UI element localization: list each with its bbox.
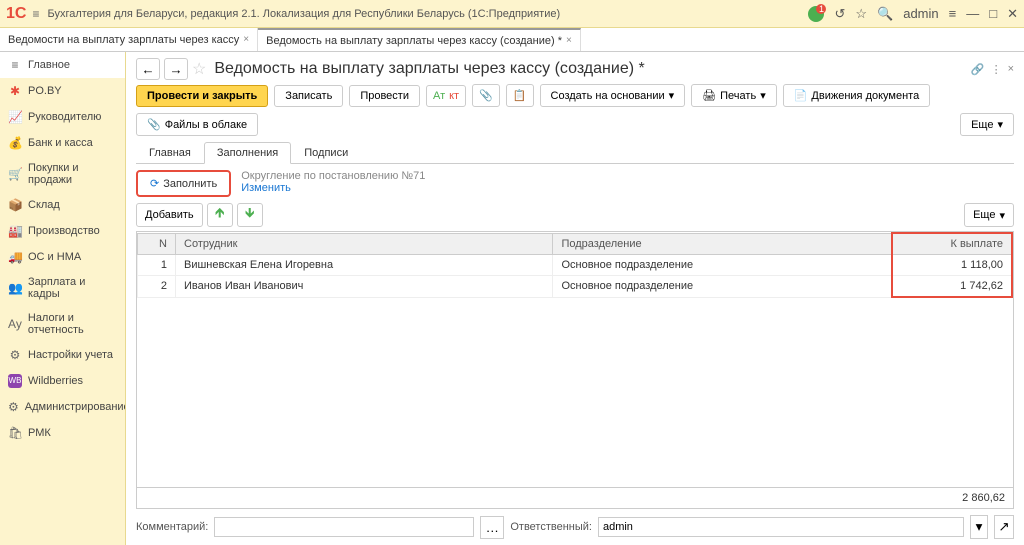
- file-tab[interactable]: Ведомости на выплату зарплаты через касс…: [0, 28, 258, 51]
- file-tabs: Ведомости на выплату зарплаты через касс…: [0, 28, 1024, 52]
- rounding-note: Округление по постановлению №71: [241, 170, 425, 182]
- sidebar-item-os[interactable]: 🚚ОС и НМА: [0, 244, 125, 270]
- refresh-icon: ⟳: [150, 177, 159, 190]
- star-icon: ✱: [8, 84, 22, 98]
- sidebar-item-manager[interactable]: 📈Руководителю: [0, 104, 125, 130]
- content: ← → ☆ Ведомость на выплату зарплаты чере…: [126, 52, 1024, 545]
- sidebar-item-stock[interactable]: 📦Склад: [0, 192, 125, 218]
- sidebar-item-wb[interactable]: WBWildberries: [0, 368, 125, 394]
- sidebar-item-admin[interactable]: ⚙Администрирование: [0, 394, 125, 420]
- file-tab-label: Ведомость на выплату зарплаты через касс…: [266, 35, 562, 47]
- close-page-icon[interactable]: ×: [1008, 63, 1014, 76]
- sidebar-item-main[interactable]: ≡Главное: [0, 52, 125, 78]
- sidebar: ≡Главное ✱PO.BY 📈Руководителю 💰Банк и ка…: [0, 52, 126, 545]
- notification-icon[interactable]: [808, 6, 824, 22]
- sidebar-item-settings[interactable]: ⚙Настройки учета: [0, 342, 125, 368]
- sidebar-item-prod[interactable]: 🏭Производство: [0, 218, 125, 244]
- post-button[interactable]: Провести: [349, 85, 420, 107]
- resp-open[interactable]: ↗: [994, 515, 1014, 539]
- template-button[interactable]: 📋: [506, 84, 534, 107]
- favorite-icon[interactable]: ☆: [192, 59, 206, 79]
- edit-link[interactable]: Изменить: [241, 182, 291, 194]
- app-title: Бухгалтерия для Беларуси, редакция 2.1. …: [47, 8, 808, 20]
- sidebar-item-sales[interactable]: 🛒Покупки и продажи: [0, 156, 125, 192]
- attach-button[interactable]: 📎: [472, 84, 500, 107]
- chevron-down-icon: ▾: [999, 209, 1005, 222]
- sidebar-item-taxes[interactable]: АуНалоги и отчетность: [0, 306, 125, 342]
- doc-moves-button[interactable]: 📄 Движения документа: [783, 84, 931, 107]
- resp-label: Ответственный:: [510, 521, 592, 533]
- create-based-button[interactable]: Создать на основании ▾: [540, 84, 686, 107]
- sub-tabs: Главная Заполнения Подписи: [136, 142, 1014, 164]
- sidebar-item-bank[interactable]: 💰Банк и касса: [0, 130, 125, 156]
- dt-kt-button[interactable]: Аткт: [426, 85, 466, 107]
- menu-icon: ≡: [8, 58, 22, 72]
- col-n[interactable]: N: [138, 233, 176, 255]
- post-close-button[interactable]: Провести и закрыть: [136, 85, 268, 107]
- logo-1c: 1С: [6, 5, 26, 23]
- chevron-down-icon: ▾: [760, 89, 766, 102]
- subtab-sign[interactable]: Подписи: [291, 142, 361, 163]
- move-down-button[interactable]: 🡻: [237, 203, 263, 227]
- people-icon: 👥: [8, 281, 22, 295]
- move-up-button[interactable]: 🡹: [207, 203, 233, 227]
- file-tab-label: Ведомости на выплату зарплаты через касс…: [8, 34, 239, 46]
- settings-icon[interactable]: ≡: [949, 6, 957, 21]
- resp-dropdown[interactable]: ▾: [970, 515, 988, 539]
- gear-icon: ⚙: [8, 348, 22, 362]
- wb-icon: WB: [8, 374, 22, 388]
- responsible-input[interactable]: [598, 517, 964, 537]
- sidebar-item-salary[interactable]: 👥Зарплата и кадры: [0, 270, 125, 306]
- minimize-icon[interactable]: —: [966, 6, 979, 21]
- subtab-fill[interactable]: Заполнения: [204, 142, 291, 164]
- employee-table: N Сотрудник Подразделение К выплате 1 Ви…: [136, 231, 1014, 509]
- subtab-main[interactable]: Главная: [136, 142, 204, 163]
- hamburger-icon[interactable]: ≡: [32, 7, 39, 21]
- chart-icon: 📈: [8, 110, 22, 124]
- sidebar-item-poby[interactable]: ✱PO.BY: [0, 78, 125, 104]
- cart-icon: 🛒: [8, 167, 22, 181]
- star-icon[interactable]: ☆: [855, 6, 867, 22]
- cloud-files-button[interactable]: 📎 Файлы в облаке: [136, 113, 258, 136]
- options-icon[interactable]: ⋮: [991, 63, 1002, 76]
- box-icon: 📦: [8, 198, 22, 212]
- chevron-down-icon: ▾: [997, 118, 1003, 131]
- search-icon[interactable]: 🔍: [877, 6, 893, 22]
- link-icon[interactable]: 🔗: [971, 63, 985, 76]
- page-title: Ведомость на выплату зарплаты через касс…: [214, 60, 967, 78]
- more-button[interactable]: Еще ▾: [960, 113, 1014, 136]
- user-label[interactable]: admin: [903, 6, 938, 21]
- table-total: 2 860,62: [137, 487, 1013, 508]
- comment-label: Комментарий:: [136, 521, 208, 533]
- bag-icon: 🛍: [8, 426, 22, 440]
- col-employee[interactable]: Сотрудник: [176, 233, 553, 255]
- sidebar-item-rmk[interactable]: 🛍РМК: [0, 420, 125, 446]
- factory-icon: 🏭: [8, 224, 22, 238]
- col-amount[interactable]: К выплате: [892, 233, 1012, 255]
- comment-input[interactable]: [214, 517, 474, 537]
- table-row[interactable]: 1 Вишневская Елена Игоревна Основное под…: [138, 255, 1013, 276]
- table-row[interactable]: 2 Иванов Иван Иванович Основное подразде…: [138, 276, 1013, 298]
- forward-button[interactable]: →: [164, 58, 188, 80]
- fill-button[interactable]: ⟳ Заполнить: [136, 170, 231, 197]
- add-button[interactable]: Добавить: [136, 203, 203, 227]
- print-button[interactable]: 🖨 Печать ▾: [691, 84, 777, 107]
- close-icon[interactable]: ×: [566, 35, 572, 46]
- maximize-icon[interactable]: □: [989, 6, 997, 21]
- chevron-down-icon: ▾: [669, 89, 675, 102]
- truck-icon: 🚚: [8, 250, 22, 264]
- col-department[interactable]: Подразделение: [553, 233, 892, 255]
- app-header: 1С ≡ Бухгалтерия для Беларуси, редакция …: [0, 0, 1024, 28]
- file-tab[interactable]: Ведомость на выплату зарплаты через касс…: [258, 28, 581, 51]
- save-button[interactable]: Записать: [274, 85, 343, 107]
- close-icon[interactable]: ×: [243, 34, 249, 45]
- close-icon[interactable]: ✕: [1007, 6, 1018, 22]
- money-icon: 💰: [8, 136, 22, 150]
- back-button[interactable]: ←: [136, 58, 160, 80]
- gear-icon: ⚙: [8, 400, 19, 414]
- history-icon[interactable]: ↺: [834, 6, 845, 22]
- comment-picker[interactable]: …: [480, 516, 504, 539]
- doc-icon: Ау: [8, 317, 22, 331]
- more-table-button[interactable]: Еще ▾: [964, 203, 1014, 227]
